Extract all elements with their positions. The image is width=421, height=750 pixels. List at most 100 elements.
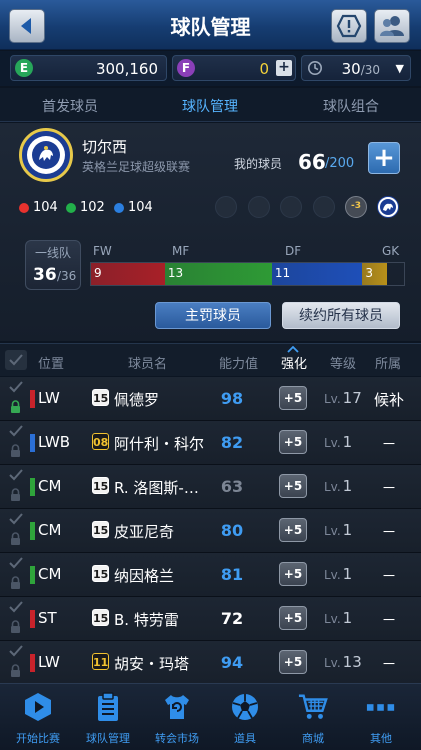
player-name[interactable]: B. 特劳雷 <box>114 609 179 630</box>
player-row[interactable]: LW 11 胡安・玛塔 94 +5 Lv. 13 － <box>0 641 421 685</box>
select-checkbox-icon[interactable] <box>8 644 24 658</box>
lock-icon[interactable] <box>10 532 21 545</box>
player-status: － <box>381 567 397 585</box>
select-all-checkbox[interactable] <box>5 350 27 370</box>
enhance-badge[interactable]: +5 <box>279 650 307 674</box>
player-name[interactable]: 皮亚尼奇 <box>114 521 174 542</box>
select-checkbox-icon[interactable] <box>8 380 24 394</box>
tab-team-combination[interactable]: 球队组合 <box>281 96 421 116</box>
enhance-badge[interactable]: +5 <box>279 606 307 630</box>
player-name[interactable]: 阿什利・科尔 <box>114 433 204 454</box>
column-player-name[interactable]: 球员名 <box>128 353 167 372</box>
select-checkbox-icon[interactable] <box>8 512 24 526</box>
notice-button[interactable] <box>331 9 367 43</box>
badge-slot[interactable] <box>313 196 335 218</box>
nav-start-match[interactable]: 开始比赛 <box>3 684 73 750</box>
energy-dropdown-caret: ▼ <box>395 62 404 75</box>
enhance-badge[interactable]: +5 <box>279 518 307 542</box>
nav-start-match-label: 开始比赛 <box>16 732 60 745</box>
club-badge[interactable] <box>377 196 399 218</box>
fw-segment: 9 <box>91 263 165 285</box>
level-value: 1 <box>342 477 353 495</box>
currency-bar: E 300,160 F 0 + 30/30 ▼ <box>0 51 421 86</box>
player-name[interactable]: 佩德罗 <box>114 389 159 410</box>
level-prefix: Lv. <box>324 656 341 670</box>
fw-label: FW <box>93 244 112 258</box>
badge-slot[interactable] <box>248 196 270 218</box>
lock-icon[interactable] <box>10 664 21 677</box>
column-rating[interactable]: 能力值 <box>219 353 258 372</box>
tab-team-management[interactable]: 球队管理 <box>140 96 280 116</box>
lock-icon[interactable] <box>10 488 21 501</box>
badge-slot[interactable] <box>215 196 237 218</box>
play-icon <box>25 693 51 721</box>
friends-button[interactable] <box>374 9 410 43</box>
energy-max: /30 <box>360 63 380 77</box>
level-prefix: Lv. <box>324 568 341 582</box>
column-enhance[interactable]: 强化 <box>281 353 307 372</box>
select-checkbox-icon[interactable] <box>8 600 24 614</box>
level-prefix: Lv. <box>324 524 341 538</box>
position-color-bar <box>30 478 35 496</box>
gk-count: 3 <box>365 266 373 280</box>
energy-display[interactable]: 30/30 ▼ <box>301 55 411 81</box>
column-position[interactable]: 位置 <box>38 353 64 372</box>
column-level[interactable]: 等级 <box>330 353 356 372</box>
badge-slot[interactable] <box>280 196 302 218</box>
player-level: Lv. 1 <box>324 565 352 583</box>
select-checkbox-icon[interactable] <box>8 424 24 438</box>
nav-shop[interactable]: 商城 <box>278 684 348 750</box>
player-status: － <box>381 435 397 453</box>
tab-starting-lineup[interactable]: 首发球员 <box>0 96 140 116</box>
player-name[interactable]: 胡安・玛塔 <box>114 653 189 674</box>
green-stat-value: 102 <box>80 200 105 215</box>
nav-items[interactable]: 道具 <box>210 684 280 750</box>
player-name[interactable]: 纳因格兰 <box>114 565 174 586</box>
enhance-badge[interactable]: +5 <box>279 386 307 410</box>
mf-count: 13 <box>167 266 184 280</box>
top-bar: 球队管理 <box>0 0 421 50</box>
player-name[interactable]: R. 洛图斯-… <box>114 477 199 498</box>
lock-icon[interactable] <box>10 444 21 457</box>
level-prefix: Lv. <box>324 436 341 450</box>
nav-team-management[interactable]: 球队管理 <box>73 684 143 750</box>
level-prefix: Lv. <box>324 392 341 406</box>
boost-badge[interactable]: -3 <box>345 196 367 218</box>
column-belong[interactable]: 所属 <box>375 353 401 372</box>
lock-icon[interactable] <box>10 400 21 413</box>
lock-icon[interactable] <box>10 576 21 589</box>
cart-icon <box>298 694 328 719</box>
enhance-badge[interactable]: +5 <box>279 430 307 454</box>
nav-shop-label: 商城 <box>302 732 324 745</box>
player-row[interactable]: CM 15 纳因格兰 81 +5 Lv. 1 － <box>0 553 421 597</box>
player-status: － <box>381 611 397 629</box>
nav-more[interactable]: 其他 <box>346 684 416 750</box>
player-row[interactable]: LW 15 佩德罗 98 +5 Lv. 17 候补 <box>0 377 421 421</box>
e-points-value: 300,160 <box>95 60 158 78</box>
expand-squad-button[interactable]: + <box>368 142 400 174</box>
first-team-count: 36 <box>33 265 57 285</box>
renew-all-players-button[interactable]: 续约所有球员 <box>282 302 400 329</box>
player-row[interactable]: ST 15 B. 特劳雷 72 +5 Lv. 1 － <box>0 597 421 641</box>
lock-icon[interactable] <box>10 620 21 633</box>
player-level: Lv. 13 <box>324 653 362 671</box>
team-name: 切尔西 <box>82 138 128 156</box>
buy-f-points-button[interactable]: + <box>276 60 292 76</box>
select-checkbox-icon[interactable] <box>8 556 24 570</box>
team-summary-panel: 切尔西 英格兰足球超级联赛 我的球员 66 /200 + 104 102 104… <box>0 123 421 341</box>
nav-transfer-market[interactable]: 转会市场 <box>142 684 212 750</box>
df-segment: 11 <box>271 263 363 285</box>
set-piece-takers-button[interactable]: 主罚球员 <box>155 302 271 329</box>
player-row[interactable]: CM 15 皮亚尼奇 80 +5 Lv. 1 － <box>0 509 421 553</box>
enhance-badge[interactable]: +5 <box>279 562 307 586</box>
player-level: Lv. 1 <box>324 609 352 627</box>
player-row[interactable]: CM 15 R. 洛图斯-… 63 +5 Lv. 1 － <box>0 465 421 509</box>
first-team-counter[interactable]: 一线队 36 /36 <box>25 240 81 290</box>
level-value: 1 <box>342 433 353 451</box>
select-checkbox-icon[interactable] <box>8 468 24 482</box>
level-prefix: Lv. <box>324 612 341 626</box>
season-badge: 11 <box>92 653 109 670</box>
player-list: LW 15 佩德罗 98 +5 Lv. 17 候补 LWB 08 阿什利・科尔 82 +5 Lv. 1 － CM… <box>0 377 421 685</box>
enhance-badge[interactable]: +5 <box>279 474 307 498</box>
player-row[interactable]: LWB 08 阿什利・科尔 82 +5 Lv. 1 － <box>0 421 421 465</box>
